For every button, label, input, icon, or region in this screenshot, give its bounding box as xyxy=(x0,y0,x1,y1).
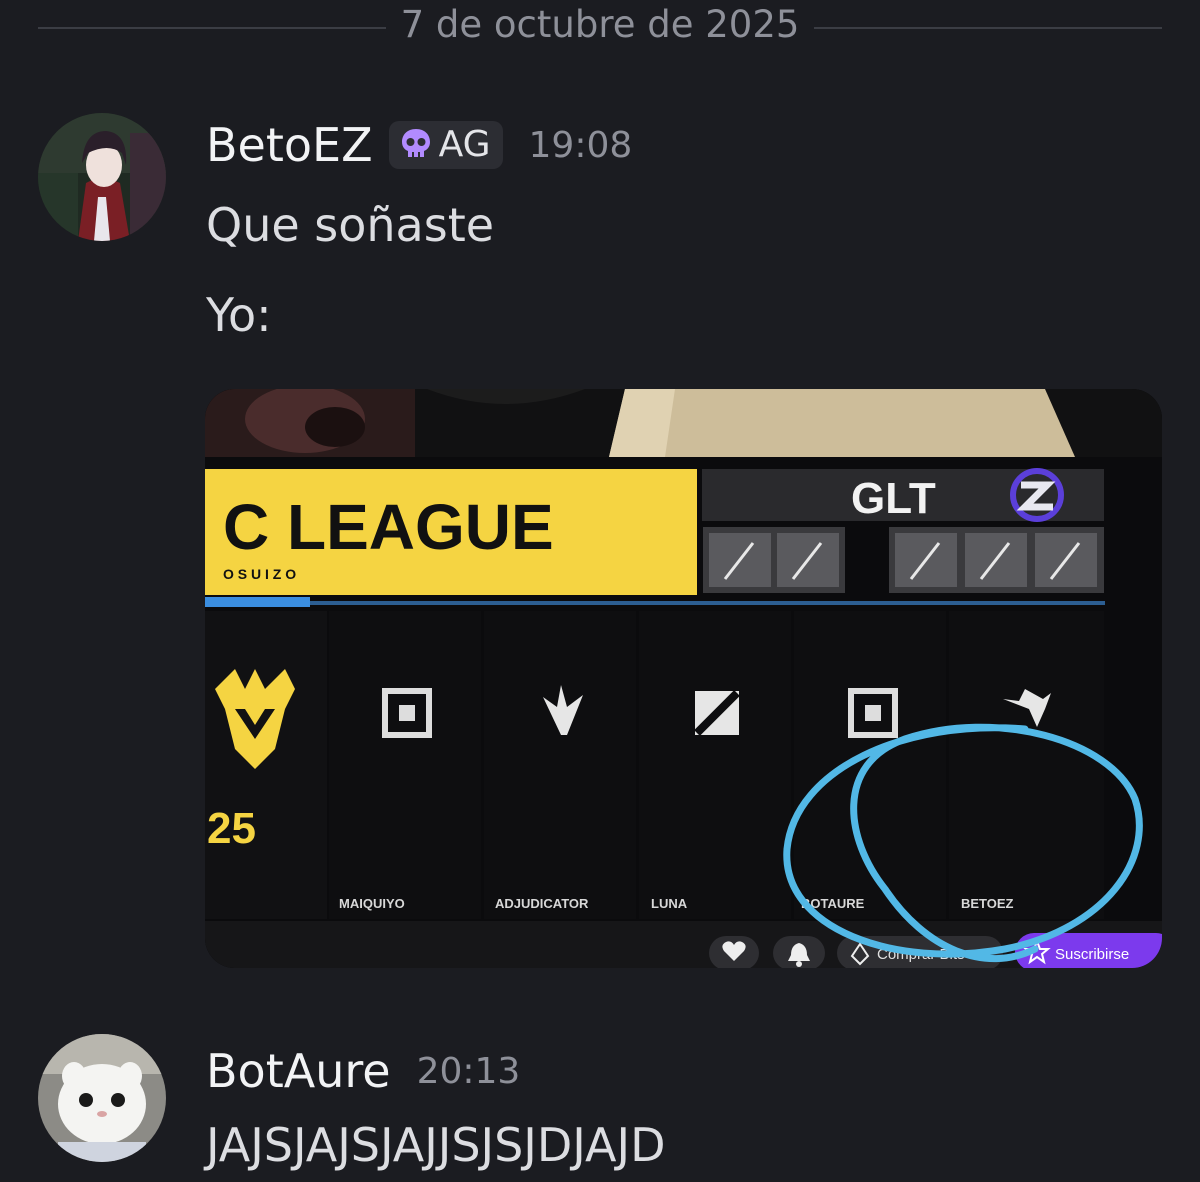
agent-icon xyxy=(694,690,740,736)
player-name: LUNA xyxy=(651,896,688,911)
divider-line-right xyxy=(814,27,1162,29)
player-name: MAIQUIYO xyxy=(339,896,405,911)
message-header: BotAure 20:13 xyxy=(206,1044,520,1098)
player-name: ADJUDICATOR xyxy=(495,896,589,911)
username[interactable]: BotAure xyxy=(206,1044,391,1098)
message-text: JAJSJAJSJAJJSJSJDJAJD xyxy=(206,1118,666,1172)
score-slots xyxy=(703,527,1104,593)
message-text: Yo: xyxy=(206,288,272,342)
league-title: C LEAGUE xyxy=(223,491,554,563)
player-columns xyxy=(329,611,1104,919)
avatar-botaure[interactable] xyxy=(38,1034,166,1162)
message-time: 20:13 xyxy=(416,1050,521,1092)
year-text: 25 xyxy=(207,804,256,853)
league-subtitle: O S U I Z O xyxy=(223,566,296,582)
message-time: 19:08 xyxy=(528,124,633,166)
username[interactable]: BetoEZ xyxy=(206,118,373,172)
message-text: Que soñaste xyxy=(206,198,495,252)
divider-line-left xyxy=(38,27,386,29)
date-divider: 7 de octubre de 2025 xyxy=(38,0,1162,56)
divider-date: 7 de octubre de 2025 xyxy=(400,3,800,46)
tag-label: AG xyxy=(438,123,491,165)
image-attachment[interactable]: C LEAGUE O S U I Z O GLT 25 MAIQUIYO ADJ… xyxy=(205,389,1162,968)
glt-text: GLT xyxy=(851,474,936,523)
heart-button[interactable] xyxy=(709,936,759,968)
message-header: BetoEZ AG 19:08 xyxy=(206,118,632,172)
skull-icon xyxy=(401,129,430,157)
user-tag[interactable]: AG xyxy=(388,121,503,169)
bell-button[interactable] xyxy=(773,936,825,968)
avatar-betoez[interactable] xyxy=(38,113,166,241)
subscribe-label: Suscribirse xyxy=(1055,946,1129,963)
player-name: BETOEZ xyxy=(961,896,1014,911)
